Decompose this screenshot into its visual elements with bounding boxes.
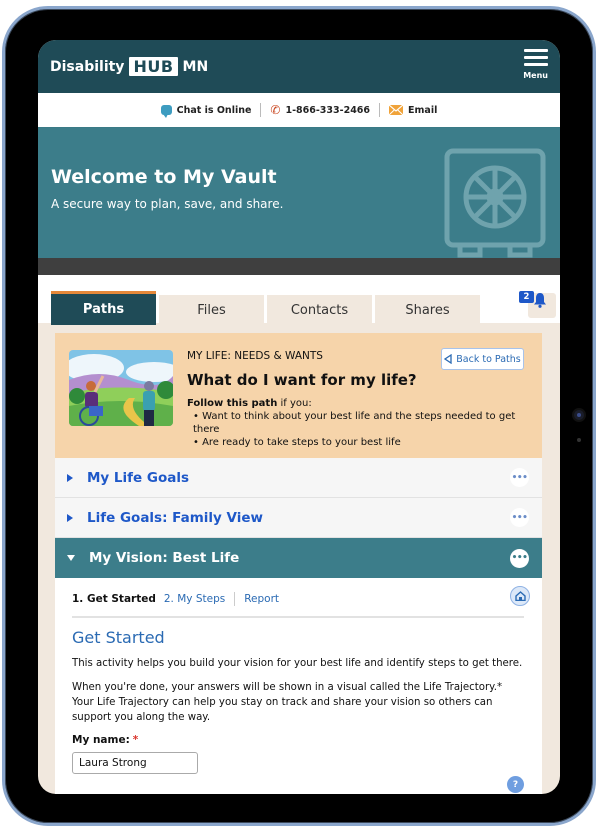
chat-bubble-icon	[160, 105, 172, 118]
follow-item: • Want to think about your best life and…	[193, 411, 516, 435]
name-input[interactable]	[72, 752, 198, 774]
home-icon	[514, 591, 526, 601]
menu-button[interactable]: Menu	[523, 49, 548, 80]
logo-disability: Disability	[50, 58, 125, 75]
back-to-paths-button[interactable]: Back to Paths	[441, 348, 524, 370]
bell-icon	[534, 293, 546, 308]
site-logo[interactable]: Disability HUB MN	[50, 57, 208, 76]
hero-bottom-bar	[38, 258, 560, 275]
path-title: What do I want for my life?	[187, 371, 417, 389]
help-icon[interactable]: ?	[507, 776, 524, 793]
name-label: My name: *	[72, 734, 524, 746]
activity-panel: 1. Get Started 2. My Steps Report Get St…	[55, 578, 542, 794]
divider	[260, 103, 262, 117]
site-header: Disability HUB MN Menu	[38, 40, 560, 93]
required-indicator: *	[132, 734, 139, 746]
vault-safe-icon	[444, 148, 546, 258]
chat-link[interactable]: Chat is Online	[160, 104, 252, 118]
front-camera	[574, 410, 584, 420]
more-options-icon[interactable]: •••	[510, 468, 529, 487]
name-label-text: My name:	[72, 734, 130, 746]
home-button[interactable]	[510, 586, 530, 606]
accordion-life-goals-family-view[interactable]: Life Goals: Family View •••	[55, 498, 542, 538]
chat-label: Chat is Online	[176, 104, 252, 116]
step-nav: 1. Get Started 2. My Steps Report	[72, 592, 524, 618]
phone-icon: ✆	[270, 103, 281, 117]
caret-right-icon	[67, 473, 73, 482]
follow-list: • Want to think about your best life and…	[193, 410, 542, 449]
phone-number: 1-866-333-2466	[285, 104, 371, 116]
hamburger-icon	[523, 49, 548, 70]
more-options-icon[interactable]: •••	[510, 548, 529, 568]
accordion-title: Life Goals: Family View	[87, 509, 264, 526]
follow-rest: if you:	[277, 398, 312, 409]
tab-bar: Paths Files Contacts Shares 2	[38, 275, 560, 325]
section-heading: Get Started	[72, 628, 165, 647]
path-card: MY LIFE: NEEDS & WANTS What do I want fo…	[55, 333, 542, 458]
back-arrow-icon	[444, 354, 452, 364]
follow-item: • Are ready to take steps to your best l…	[193, 437, 401, 448]
caret-right-icon	[67, 513, 73, 522]
step-report[interactable]: Report	[244, 593, 279, 605]
email-label: Email	[408, 104, 438, 116]
caret-down-icon	[67, 555, 75, 561]
divider	[379, 103, 381, 117]
phone-link[interactable]: ✆ 1-866-333-2466	[270, 104, 370, 116]
contact-bar: Chat is Online ✆ 1-866-333-2466 Email	[38, 93, 560, 128]
tab-shares[interactable]: Shares	[375, 295, 480, 325]
step-get-started[interactable]: 1. Get Started	[72, 593, 156, 605]
light-sensor	[577, 438, 581, 442]
logo-hub: HUB	[129, 57, 178, 76]
tab-files[interactable]: Files	[159, 295, 264, 325]
tab-contacts[interactable]: Contacts	[267, 295, 372, 325]
accordion-my-life-goals[interactable]: My Life Goals •••	[55, 458, 542, 498]
envelope-icon	[389, 105, 404, 115]
main-content: MY LIFE: NEEDS & WANTS What do I want fo…	[38, 333, 560, 794]
screen: Disability HUB MN Menu Chat is Online ✆ …	[38, 40, 560, 794]
more-options-icon[interactable]: •••	[510, 508, 529, 527]
hero-banner: Welcome to My Vault A secure way to plan…	[38, 128, 560, 258]
menu-label: Menu	[523, 71, 548, 80]
intro-paragraph: This activity helps you build your visio…	[72, 658, 523, 669]
accordion-my-vision-best-life[interactable]: My Vision: Best Life •••	[55, 538, 542, 578]
step-my-steps[interactable]: 2. My Steps	[164, 593, 225, 605]
follow-bold: Follow this path	[187, 398, 278, 409]
back-to-paths-label: Back to Paths	[456, 353, 521, 365]
accordion-title: My Life Goals	[87, 469, 190, 486]
email-link[interactable]: Email	[389, 105, 437, 116]
divider	[234, 592, 236, 606]
tab-paths[interactable]: Paths	[51, 291, 156, 325]
trajectory-paragraph: When you're done, your answers will be s…	[72, 682, 503, 723]
logo-mn: MN	[182, 58, 209, 75]
path-illustration	[69, 350, 173, 426]
accordion-title: My Vision: Best Life	[89, 550, 240, 566]
notification-count-badge: 2	[519, 291, 534, 303]
follow-intro: Follow this path if you:	[187, 398, 542, 409]
